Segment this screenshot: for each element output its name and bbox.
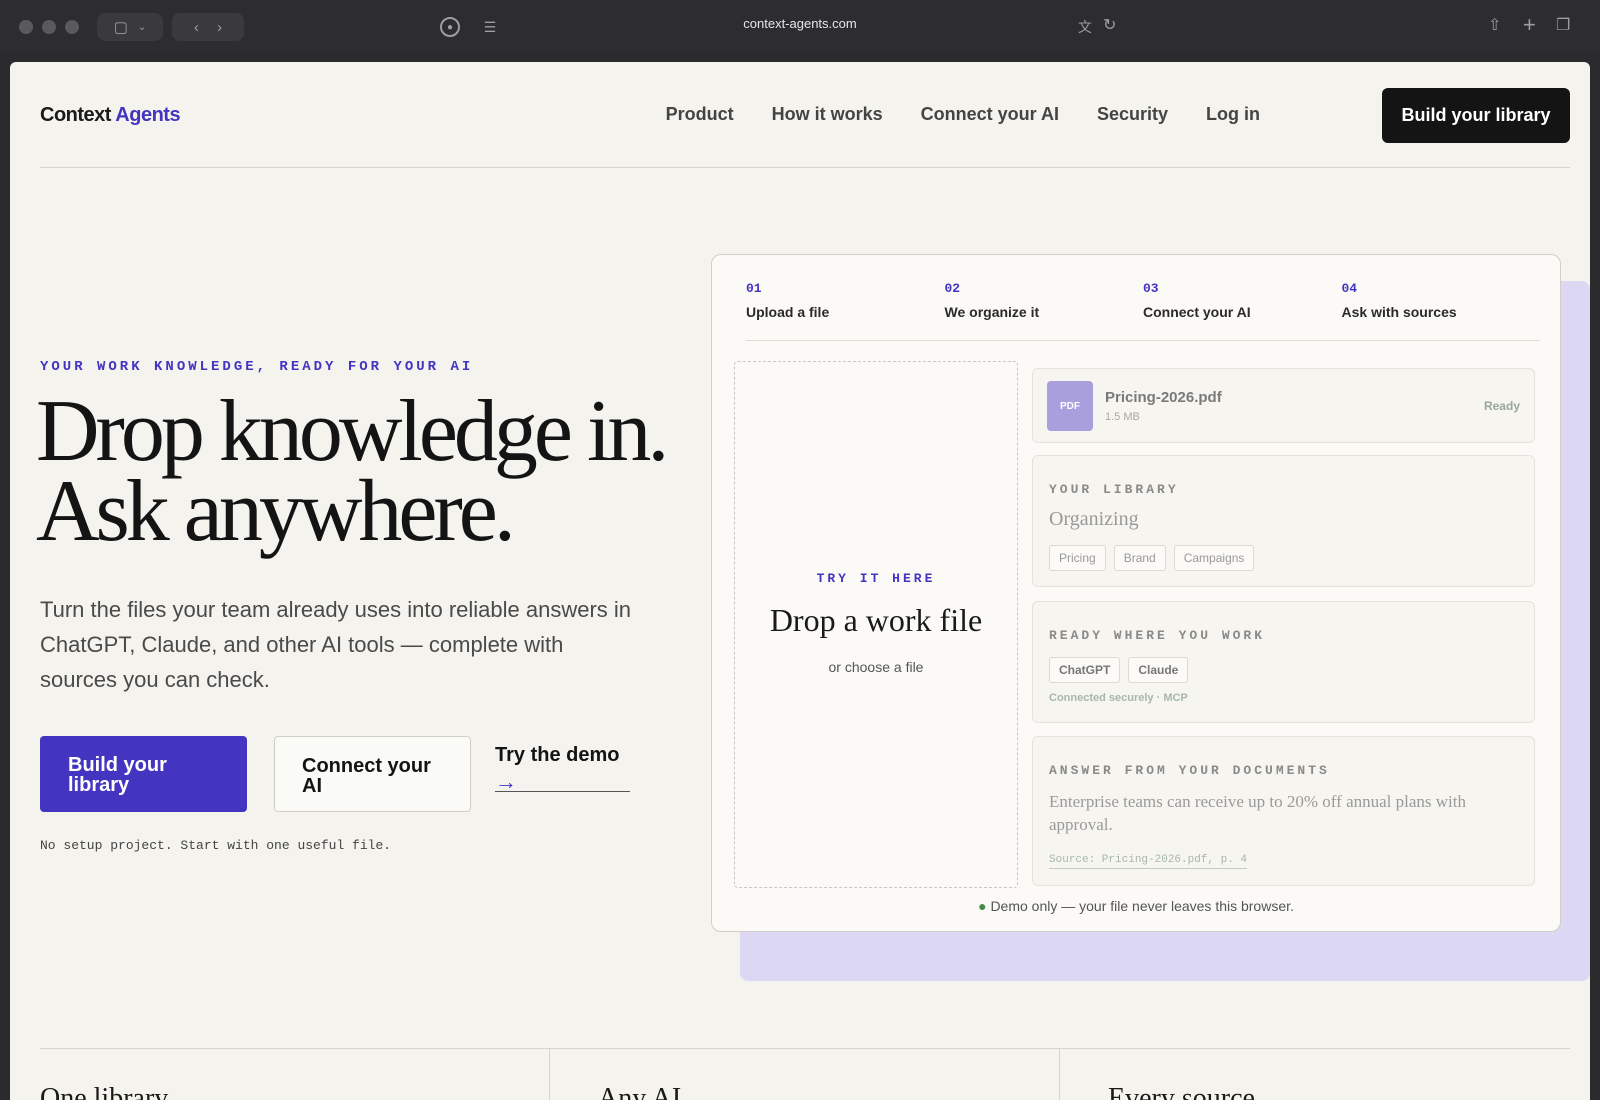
reader-mode-icon[interactable]: ☰ (481, 17, 499, 37)
connect-ai-button[interactable]: Connect your AI (274, 736, 471, 812)
answer-text: Enterprise teams can receive up to 20% o… (1049, 792, 1466, 834)
password-manager-icon[interactable]: ● (440, 17, 460, 37)
file-size: 1.5 MB (1105, 411, 1140, 423)
build-library-nav-button[interactable]: Build your library (1382, 88, 1570, 143)
step-3[interactable]: 03 Connect your AI (1143, 281, 1342, 340)
try-demo-label: Try the demo (495, 744, 620, 766)
step-1[interactable]: 01 Upload a file (746, 281, 945, 340)
feature-title: Every source (1108, 1083, 1255, 1100)
tag-chip: Campaigns (1173, 545, 1255, 571)
feature-column: One library (40, 1049, 550, 1100)
translate-icon[interactable]: 文 (1078, 17, 1092, 37)
chevron-down-icon: ⌄ (137, 21, 147, 33)
pdf-file-icon: PDF (1047, 381, 1093, 431)
work-tools-panel: READY WHERE YOU WORK ChatGPT Claude Conn… (1032, 601, 1535, 723)
sidebar-icon: ▢ (113, 19, 128, 36)
address-bar[interactable]: context-agents.com (650, 16, 950, 31)
steps: 01 Upload a file 02 We organize it 03 Co… (746, 281, 1540, 341)
logo[interactable]: Context Agents (40, 104, 181, 127)
browser-toolbar: ▢ ⌄ ‹ › ● ☰ context-agents.com 文 ↻ ⇧ + ❐ (0, 0, 1600, 53)
library-panel: YOUR LIBRARY Organizing Pricing Brand Ca… (1032, 455, 1535, 587)
dropzone-title: Drop a work file (769, 602, 983, 638)
nav-link-security[interactable]: Security (1097, 104, 1168, 125)
answer-panel: ANSWER FROM YOUR DOCUMENTS Enterprise te… (1032, 736, 1535, 886)
step-number: 03 (1143, 281, 1159, 296)
logo-text: Context (40, 104, 111, 126)
nav-links: Product How it works Connect your AI Sec… (666, 104, 1260, 125)
build-library-button[interactable]: Build your library (40, 736, 247, 812)
new-tab-icon[interactable]: + (1523, 12, 1536, 38)
step-number: 01 (746, 281, 762, 296)
tag-chip: Brand (1113, 545, 1166, 571)
nav-link-connect-ai[interactable]: Connect your AI (921, 104, 1059, 125)
dropzone-eyebrow: TRY IT HERE (816, 571, 936, 586)
headline-line-1: Drop knowledge in. (36, 383, 669, 480)
hero-headline: Drop knowledge in. Ask anywhere. (36, 383, 736, 560)
file-name: Pricing-2026.pdf (1105, 389, 1222, 406)
work-label: READY WHERE YOU WORK (1049, 628, 1266, 643)
tool-chips: ChatGPT Claude (1049, 657, 1189, 683)
nav-link-how-it-works[interactable]: How it works (772, 104, 883, 125)
tag-chip: Pricing (1049, 545, 1106, 571)
library-state: Organizing (1049, 508, 1139, 530)
feature-column: Any AI (550, 1049, 1060, 1100)
nav-link-product[interactable]: Product (666, 104, 734, 125)
uploaded-file-row: PDF Pricing-2026.pdf 1.5 MB Ready (1032, 368, 1535, 443)
demo-privacy-note: ● Demo only — your file never leaves thi… (712, 898, 1560, 914)
headline-line-2: Ask anywhere. (36, 463, 516, 560)
window-controls (19, 20, 79, 34)
library-label: YOUR LIBRARY (1049, 482, 1179, 497)
web-page: Context Agents Product How it works Conn… (10, 62, 1590, 1100)
sidebar-toggle-button[interactable]: ▢ ⌄ (97, 13, 163, 41)
logo-accent-text: Agents (115, 104, 181, 126)
demo-card: 01 Upload a file 02 We organize it 03 Co… (711, 254, 1561, 932)
forward-button[interactable]: › (217, 19, 222, 36)
step-number: 04 (1341, 281, 1358, 296)
feature-title: Any AI (598, 1083, 682, 1100)
feature-title: One library (40, 1083, 169, 1100)
tab-overview-icon[interactable]: ❐ (1556, 15, 1570, 35)
tool-chip-chatgpt: ChatGPT (1049, 657, 1121, 683)
tool-chip-claude: Claude (1128, 657, 1189, 683)
back-button[interactable]: ‹ (194, 19, 199, 36)
history-navigation: ‹ › (172, 13, 244, 41)
step-label: We organize it (944, 304, 1040, 320)
library-tags: Pricing Brand Campaigns (1049, 545, 1255, 571)
hero-subtitle: Turn the files your team already uses in… (40, 597, 632, 692)
status-dot-icon: ● (978, 898, 987, 914)
step-label: Ask with sources (1341, 304, 1457, 320)
demo-note-text: Demo only — your file never leaves this … (990, 898, 1294, 914)
connection-status: Connected securely · MCP (1049, 692, 1188, 704)
answer-label: ANSWER FROM YOUR DOCUMENTS (1049, 763, 1330, 778)
top-navigation: Context Agents Product How it works Conn… (40, 88, 1570, 168)
share-icon[interactable]: ⇧ (1488, 15, 1501, 35)
try-demo-link[interactable]: Try the demo → (495, 744, 630, 794)
arrow-right-icon: → (495, 769, 517, 794)
hero-eyebrow: YOUR WORK KNOWLEDGE, READY FOR YOUR AI (40, 359, 474, 375)
zoom-window-button[interactable] (65, 20, 79, 34)
file-status-badge: Ready (1483, 399, 1520, 413)
step-label: Connect your AI (1143, 304, 1251, 320)
nav-link-login[interactable]: Log in (1206, 104, 1260, 125)
file-dropzone[interactable]: TRY IT HERE Drop a work file or choose a… (734, 361, 1018, 888)
source-citation-link[interactable]: Source: Pricing-2026.pdf, p. 4 (1049, 854, 1248, 869)
close-window-button[interactable] (19, 20, 33, 34)
reload-icon[interactable]: ↻ (1103, 15, 1116, 35)
step-2[interactable]: 02 We organize it (945, 281, 1144, 340)
step-4[interactable]: 04 Ask with sources (1342, 281, 1541, 340)
hero-note: No setup project. Start with one useful … (40, 838, 392, 853)
minimize-window-button[interactable] (42, 20, 56, 34)
feature-column: Every source (1060, 1049, 1570, 1100)
choose-file-link[interactable]: or choose a file (735, 659, 1017, 675)
step-label: Upload a file (746, 304, 830, 320)
step-number: 02 (944, 281, 961, 296)
feature-columns: One library Any AI Every source (40, 1048, 1570, 1100)
